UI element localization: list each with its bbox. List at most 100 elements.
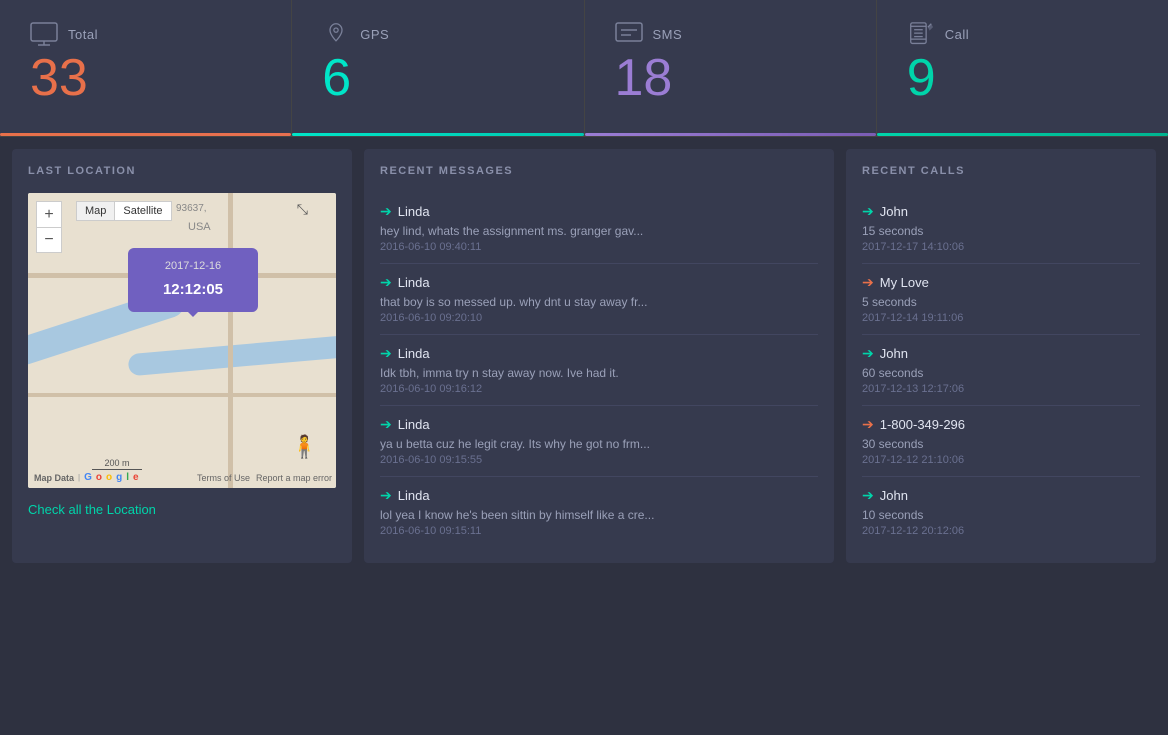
map-expand-icon[interactable]: ⤡ [297,201,308,218]
call-time: 2017-12-12 21:10:06 [862,454,1140,466]
call-contact-name: 1-800-349-296 [880,417,965,432]
message-text: Idk tbh, imma try n stay away now. Ive h… [380,366,700,380]
map-branding: Map Data | Google [34,472,139,483]
call-direction-icon: ➔ [862,416,874,433]
call-duration: 15 seconds [862,224,1140,238]
message-time: 2016-06-10 09:20:10 [380,312,818,324]
messages-section-title: RECENT MESSAGES [380,165,818,177]
stat-value-gps: 6 [322,52,553,104]
stat-label-sms: SMS [653,27,683,42]
map-marker: 2017-12-16 12:12:05 [128,248,258,312]
call-direction-icon: ➔ [862,274,874,291]
call-contact: ➔ 1-800-349-296 [862,416,1140,433]
message-direction-icon: ➔ [380,345,392,362]
message-contact: ➔ Linda [380,345,818,362]
stat-card-call: Call 9 [877,0,1168,136]
check-location-link[interactable]: Check all the Location [28,502,336,517]
message-item: ➔ Linda that boy is so messed up. why dn… [380,264,818,335]
message-text: lol yea I know he's been sittin by himse… [380,508,700,522]
stat-card-sms: SMS 18 [585,0,877,136]
map-type-buttons[interactable]: Map Satellite [76,201,172,221]
call-time: 2017-12-14 19:11:06 [862,312,1140,324]
call-contact: ➔ John [862,345,1140,362]
call-duration: 10 seconds [862,508,1140,522]
message-time: 2016-06-10 09:15:55 [380,454,818,466]
stat-card-total: Total 33 [0,0,292,136]
map-footer-links: Terms of Use Report a map error [197,473,332,483]
panel-calls: RECENT CALLS ➔ John 15 seconds 2017-12-1… [846,149,1156,563]
call-item: ➔ 1-800-349-296 30 seconds 2017-12-12 21… [862,406,1140,477]
call-item: ➔ My Love 5 seconds 2017-12-14 19:11:06 [862,264,1140,335]
call-contact: ➔ John [862,487,1140,504]
panel-messages: RECENT MESSAGES ➔ Linda hey lind, whats … [364,149,834,563]
message-contact-name: Linda [398,488,430,503]
message-contact-name: Linda [398,346,430,361]
message-time: 2016-06-10 09:15:11 [380,525,818,537]
call-item: ➔ John 60 seconds 2017-12-13 12:17:06 [862,335,1140,406]
message-contact: ➔ Linda [380,487,818,504]
sms-icon [615,22,643,46]
message-direction-icon: ➔ [380,274,392,291]
message-contact-name: Linda [398,275,430,290]
map-type-map-button[interactable]: Map [76,201,114,221]
message-time: 2016-06-10 09:16:12 [380,383,818,395]
call-duration: 60 seconds [862,366,1140,380]
message-text: that boy is so messed up. why dnt u stay… [380,295,700,309]
map-popup-date: 2017-12-16 [144,258,242,276]
message-item: ➔ Linda ya u betta cuz he legit cray. It… [380,406,818,477]
call-direction-icon: ➔ [862,203,874,220]
map-person-icon: 🧍 [291,434,318,460]
map-controls[interactable]: + − [36,201,62,253]
map-zoom-in-button[interactable]: + [36,201,62,227]
message-text: hey lind, whats the assignment ms. grang… [380,224,700,238]
map-data-label: Map Data [34,473,74,483]
main-content: LAST LOCATION 93637, USA 2017-12-16 [0,137,1168,575]
call-contact-name: John [880,204,908,219]
stats-bar: Total 33 GPS 6 SMS 18 [0,0,1168,137]
map-usa-label: USA [188,221,211,233]
messages-list: ➔ Linda hey lind, whats the assignment m… [380,193,818,547]
call-contact: ➔ My Love [862,274,1140,291]
call-item: ➔ John 15 seconds 2017-12-17 14:10:06 [862,193,1140,264]
call-time: 2017-12-17 14:10:06 [862,241,1140,253]
map-road-3 [28,393,336,397]
stat-label-gps: GPS [360,27,389,42]
call-contact-name: John [880,488,908,503]
map-section-title: LAST LOCATION [28,165,336,177]
stat-label-total: Total [68,27,98,42]
stat-bar-sms [585,133,876,136]
message-direction-icon: ➔ [380,416,392,433]
message-contact: ➔ Linda [380,274,818,291]
call-duration: 5 seconds [862,295,1140,309]
map-type-satellite-button[interactable]: Satellite [114,201,171,221]
map-zip-label: 93637, [176,203,207,214]
map-popup-time: 12:12:05 [144,278,242,302]
message-time: 2016-06-10 09:40:11 [380,241,818,253]
message-contact: ➔ Linda [380,416,818,433]
call-icon [907,22,935,46]
terms-label: Terms of Use [197,473,250,483]
call-contact-name: John [880,346,908,361]
stat-bar-total [0,133,291,136]
map-container: 93637, USA 2017-12-16 12:12:05 🧍 + − [28,193,336,488]
call-contact: ➔ John [862,203,1140,220]
map-scale: 200 m [92,458,142,470]
call-duration: 30 seconds [862,437,1140,451]
message-direction-icon: ➔ [380,487,392,504]
calls-section-title: RECENT CALLS [862,165,1140,177]
stat-value-total: 33 [30,52,261,104]
call-contact-name: My Love [880,275,929,290]
map-zoom-out-button[interactable]: − [36,227,62,253]
message-item: ➔ Linda hey lind, whats the assignment m… [380,193,818,264]
map-popup: 2017-12-16 12:12:05 [128,248,258,312]
message-text: ya u betta cuz he legit cray. Its why he… [380,437,700,451]
call-item: ➔ John 10 seconds 2017-12-12 20:12:06 [862,477,1140,547]
message-contact-name: Linda [398,417,430,432]
call-direction-icon: ➔ [862,487,874,504]
google-label: G [84,472,92,483]
calls-list: ➔ John 15 seconds 2017-12-17 14:10:06 ➔ … [862,193,1140,547]
call-time: 2017-12-13 12:17:06 [862,383,1140,395]
call-time: 2017-12-12 20:12:06 [862,525,1140,537]
report-label: Report a map error [256,473,332,483]
gps-icon [322,22,350,46]
